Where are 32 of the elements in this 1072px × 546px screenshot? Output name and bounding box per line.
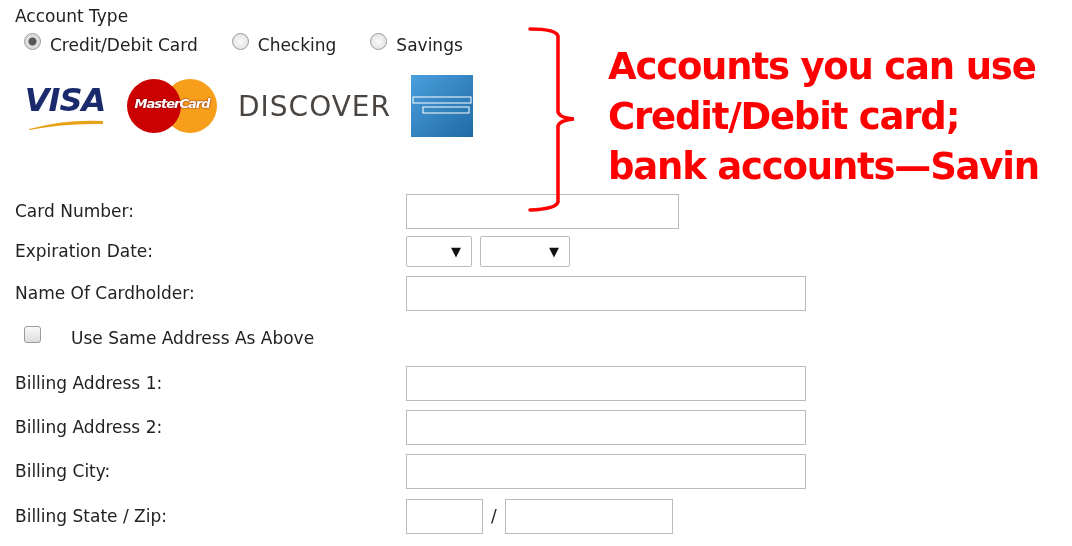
- field-label: Billing Address 2:: [15, 417, 164, 437]
- dropdown[interactable]: ▼: [480, 235, 570, 267]
- field-label: Card Number:: [15, 201, 135, 221]
- checkbox[interactable]: [24, 325, 41, 343]
- text-field[interactable]: [406, 409, 806, 445]
- field-label: Billing City:: [15, 461, 112, 481]
- radio-button[interactable]: [24, 32, 41, 50]
- visa-logo: VISA: [24, 78, 106, 134]
- field-label: Expiration Date:: [15, 241, 155, 261]
- field-label: Billing State / Zip:: [15, 506, 168, 526]
- text-field[interactable]: [406, 193, 679, 229]
- text-field[interactable]: [406, 453, 806, 489]
- section-title: Account Type: [15, 6, 130, 28]
- text-field[interactable]: [406, 275, 806, 311]
- text-field[interactable]: [406, 365, 806, 401]
- zip-field[interactable]: [504, 498, 673, 534]
- annotation-text: bank accounts—Savin: [608, 144, 1039, 190]
- radio-label: Checking: [257, 35, 337, 55]
- checkbox-label: Use Same Address As Above: [71, 328, 315, 348]
- radio-label: Savings: [396, 35, 463, 55]
- state-field[interactable]: [406, 498, 483, 534]
- dropdown[interactable]: ▼: [406, 235, 472, 267]
- annotation-text: Accounts you can use: [608, 44, 1037, 90]
- field-label: Name Of Cardholder:: [15, 283, 196, 303]
- amex-logo: [411, 75, 473, 137]
- radio-label: Credit/Debit Card: [50, 35, 198, 55]
- annotation-text: Credit/Debit card;: [608, 94, 961, 140]
- separator: /: [491, 506, 497, 526]
- radio-button[interactable]: [370, 32, 388, 50]
- field-label: Billing Address 1:: [15, 373, 164, 393]
- discover-logo: DISCOVER: [238, 89, 391, 123]
- radio-button[interactable]: [231, 32, 249, 50]
